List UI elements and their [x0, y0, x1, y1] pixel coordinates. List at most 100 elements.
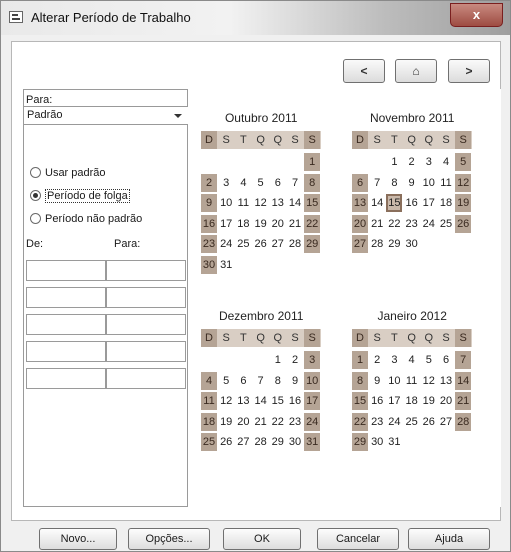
radio-periodo-de-folga[interactable]: Período de folga — [30, 188, 130, 204]
calendar-day[interactable]: 6 — [438, 351, 454, 369]
calendar-day[interactable]: 12 — [253, 194, 269, 212]
calendar-day[interactable]: 4 — [201, 371, 217, 390]
calendar-day[interactable]: 17 — [304, 392, 321, 410]
calendar-day[interactable]: 11 — [438, 174, 454, 192]
opcoes-button[interactable]: Opções... — [128, 528, 210, 550]
calendar-day[interactable]: 12 — [218, 392, 234, 410]
calendar-combo[interactable]: Padrão — [24, 106, 188, 125]
para-input-2[interactable] — [106, 287, 186, 308]
calendar-day[interactable]: 15 — [386, 194, 403, 212]
calendar-day[interactable]: 19 — [421, 392, 437, 410]
close-button[interactable]: x — [450, 3, 503, 27]
calendar-day[interactable]: 29 — [386, 235, 402, 253]
calendar-day[interactable]: 25 — [404, 413, 420, 431]
calendar-day[interactable]: 12 — [421, 372, 437, 390]
calendar-day[interactable]: 26 — [455, 214, 472, 233]
calendar-day[interactable]: 19 — [455, 194, 472, 212]
calendar-day[interactable]: 10 — [218, 194, 234, 212]
calendar-day[interactable]: 1 — [304, 153, 321, 171]
calendar-day[interactable]: 19 — [218, 413, 234, 431]
calendar-day[interactable]: 5 — [218, 372, 234, 390]
calendar-day[interactable]: 24 — [386, 413, 402, 431]
calendar-day[interactable]: 31 — [304, 433, 321, 451]
calendar-day[interactable]: 21 — [287, 215, 303, 233]
calendar-day[interactable]: 7 — [455, 351, 472, 369]
calendar-day[interactable]: 31 — [218, 256, 234, 274]
calendar-day[interactable]: 20 — [235, 413, 251, 431]
calendar-day[interactable]: 11 — [404, 372, 420, 390]
calendar-day[interactable]: 14 — [455, 371, 472, 390]
calendar-day[interactable]: 28 — [369, 235, 385, 253]
de-input-2[interactable] — [26, 287, 106, 308]
ok-button[interactable]: OK — [223, 528, 301, 550]
de-input-4[interactable] — [26, 341, 106, 362]
calendar-day[interactable]: 1 — [352, 351, 368, 369]
calendar-day[interactable]: 25 — [201, 433, 217, 451]
de-input-5[interactable] — [26, 368, 106, 389]
calendar-day[interactable]: 27 — [438, 413, 454, 431]
calendar-day[interactable]: 30 — [369, 433, 385, 451]
calendar-day[interactable]: 1 — [270, 351, 286, 369]
calendar-day[interactable]: 6 — [235, 372, 251, 390]
calendar-day[interactable]: 18 — [201, 412, 217, 431]
calendar-day[interactable]: 26 — [253, 235, 269, 253]
calendar-day[interactable]: 15 — [352, 392, 368, 410]
previous-month-button[interactable]: < — [343, 59, 385, 83]
calendar-day[interactable]: 20 — [270, 215, 286, 233]
calendar-day[interactable]: 7 — [253, 372, 269, 390]
para-input-5[interactable] — [106, 368, 186, 389]
calendar-day[interactable]: 13 — [352, 194, 368, 212]
today-button[interactable]: ⌂ — [395, 59, 437, 83]
calendar-day[interactable]: 6 — [352, 173, 368, 192]
calendar-day[interactable]: 22 — [386, 215, 402, 233]
calendar-day[interactable]: 9 — [201, 194, 217, 212]
calendar-day[interactable]: 10 — [421, 174, 437, 192]
calendar-day[interactable]: 18 — [438, 194, 454, 212]
calendar-day[interactable]: 2 — [287, 351, 303, 369]
calendar-day[interactable]: 25 — [438, 215, 454, 233]
calendar-day[interactable]: 25 — [235, 235, 251, 253]
calendar-day[interactable]: 16 — [287, 392, 303, 410]
calendar-day[interactable]: 21 — [253, 413, 269, 431]
calendar-day[interactable]: 21 — [369, 215, 385, 233]
calendar-day[interactable]: 30 — [201, 255, 217, 274]
calendar-day[interactable]: 24 — [304, 412, 321, 431]
calendar-day[interactable]: 14 — [253, 392, 269, 410]
calendar-day[interactable]: 27 — [235, 433, 251, 451]
calendar-day[interactable]: 9 — [287, 372, 303, 390]
de-input-1[interactable] — [26, 260, 106, 281]
radio-periodo-nao-padrao[interactable]: Período não padrão — [30, 211, 142, 227]
calendar-day[interactable]: 29 — [270, 433, 286, 451]
calendar-day[interactable]: 2 — [201, 173, 217, 192]
calendar-day[interactable]: 22 — [270, 413, 286, 431]
radio-usar-padrao[interactable]: Usar padrão — [30, 165, 106, 181]
next-month-button[interactable]: > — [448, 59, 490, 83]
calendar-day[interactable]: 19 — [253, 215, 269, 233]
calendar-day[interactable]: 21 — [455, 392, 472, 410]
calendar-day[interactable]: 28 — [253, 433, 269, 451]
calendar-day[interactable]: 27 — [270, 235, 286, 253]
calendar-day[interactable]: 30 — [287, 433, 303, 451]
para-input-3[interactable] — [106, 314, 186, 335]
calendar-day[interactable]: 2 — [369, 351, 385, 369]
calendar-day[interactable]: 28 — [455, 412, 472, 431]
calendar-day[interactable]: 7 — [287, 174, 303, 192]
calendar-day[interactable]: 22 — [352, 412, 368, 431]
calendar-day[interactable]: 12 — [455, 173, 472, 192]
calendar-day[interactable]: 24 — [421, 215, 437, 233]
calendar-day[interactable]: 8 — [352, 371, 368, 390]
calendar-day[interactable]: 9 — [404, 174, 420, 192]
calendar-day[interactable]: 2 — [404, 153, 420, 171]
calendar-day[interactable]: 10 — [304, 371, 321, 390]
calendar-day[interactable]: 29 — [304, 235, 321, 253]
calendar-day[interactable]: 3 — [386, 351, 402, 369]
calendar-day[interactable]: 16 — [369, 392, 385, 410]
calendar-day[interactable]: 23 — [287, 413, 303, 431]
calendar-day[interactable]: 23 — [201, 235, 217, 253]
calendar-day[interactable]: 28 — [287, 235, 303, 253]
calendar-day[interactable]: 4 — [404, 351, 420, 369]
calendar-day[interactable]: 8 — [304, 173, 321, 192]
calendar-day[interactable]: 13 — [438, 372, 454, 390]
calendar-day[interactable]: 5 — [253, 174, 269, 192]
calendar-day[interactable]: 14 — [287, 194, 303, 212]
